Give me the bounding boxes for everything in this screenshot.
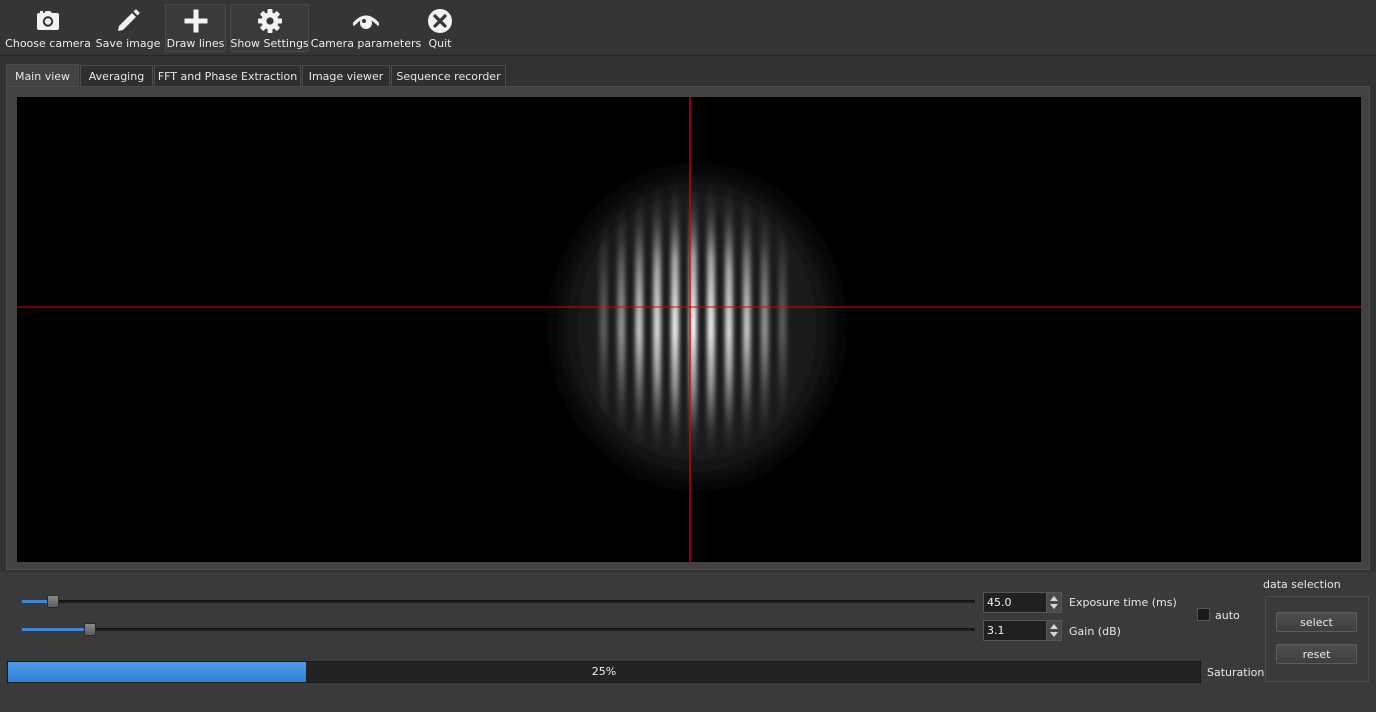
- reset-button[interactable]: reset: [1276, 644, 1357, 664]
- spin-down-icon[interactable]: [1050, 604, 1058, 609]
- fringe: [617, 167, 625, 467]
- tab-fft-phase-extraction[interactable]: FFT and Phase Extraction: [154, 65, 301, 87]
- fringe: [779, 167, 787, 467]
- choose-camera-label: Choose camera: [5, 37, 91, 50]
- fringe: [743, 167, 751, 467]
- spin-up-icon[interactable]: [1050, 624, 1058, 629]
- auto-label: auto: [1215, 609, 1240, 622]
- saturation-percent: 25%: [591, 665, 617, 678]
- gain-label: Gain (dB): [1069, 625, 1121, 638]
- camera-parameters-button[interactable]: Camera parameters: [310, 4, 422, 52]
- gain-input[interactable]: [984, 621, 1046, 640]
- gain-slider-fill: [22, 628, 90, 631]
- fringe: [761, 167, 769, 467]
- fringe: [671, 167, 679, 467]
- camera-parameters-label: Camera parameters: [310, 37, 422, 50]
- tab-main-view[interactable]: Main view: [6, 64, 79, 87]
- select-button[interactable]: select: [1276, 612, 1357, 632]
- pencil-icon: [118, 9, 140, 31]
- tab-image-viewer[interactable]: Image viewer: [302, 65, 390, 87]
- fringe: [635, 167, 643, 467]
- toolbar: Choose camera Save image Draw lines Show…: [0, 0, 1376, 56]
- close-circle-icon: [428, 9, 452, 33]
- data-selection-group: select reset: [1265, 596, 1369, 682]
- exposure-spin-buttons[interactable]: [1046, 593, 1061, 612]
- exposure-slider-handle[interactable]: [47, 595, 59, 608]
- exposure-slider[interactable]: [22, 595, 975, 608]
- gain-spin-buttons[interactable]: [1046, 621, 1061, 640]
- fringe: [725, 167, 733, 467]
- fringe: [599, 167, 607, 467]
- interference-image: [17, 97, 1361, 562]
- save-image-label: Save image: [95, 37, 161, 50]
- saturation-progress-bar: 25%: [7, 661, 1201, 683]
- show-settings-button[interactable]: Show Settings: [230, 4, 309, 52]
- auto-checkbox[interactable]: [1197, 608, 1210, 621]
- tab-averaging[interactable]: Averaging: [80, 65, 153, 87]
- gain-slider[interactable]: [22, 623, 975, 636]
- spin-up-icon[interactable]: [1050, 596, 1058, 601]
- exposure-spinbox[interactable]: [983, 592, 1062, 613]
- show-settings-label: Show Settings: [230, 37, 309, 50]
- draw-lines-label: Draw lines: [166, 37, 225, 50]
- data-selection-title: data selection: [1263, 578, 1341, 591]
- exposure-label: Exposure time (ms): [1069, 596, 1177, 609]
- exposure-input[interactable]: [984, 593, 1046, 612]
- quit-label: Quit: [428, 37, 452, 50]
- eye-icon: [353, 15, 379, 29]
- gain-slider-handle[interactable]: [84, 623, 96, 636]
- controls-area: Exposure time (ms) Gain (dB) auto data s…: [0, 572, 1376, 712]
- fringe: [653, 167, 661, 467]
- tab-sequence-recorder[interactable]: Sequence recorder: [391, 65, 506, 87]
- gear-icon: [257, 9, 282, 33]
- camera-image-view[interactable]: [17, 97, 1361, 562]
- plus-icon: [184, 9, 207, 33]
- quit-button[interactable]: Quit: [422, 4, 458, 52]
- spin-down-icon[interactable]: [1050, 632, 1058, 637]
- camera-icon: [37, 11, 59, 30]
- save-image-button[interactable]: Save image: [95, 4, 161, 52]
- saturation-label: Saturation: [1207, 666, 1265, 679]
- choose-camera-button[interactable]: Choose camera: [5, 4, 91, 52]
- main-view-panel: [6, 86, 1370, 570]
- fringe: [707, 167, 715, 467]
- gain-spinbox[interactable]: [983, 620, 1062, 641]
- draw-lines-button[interactable]: Draw lines: [165, 4, 226, 52]
